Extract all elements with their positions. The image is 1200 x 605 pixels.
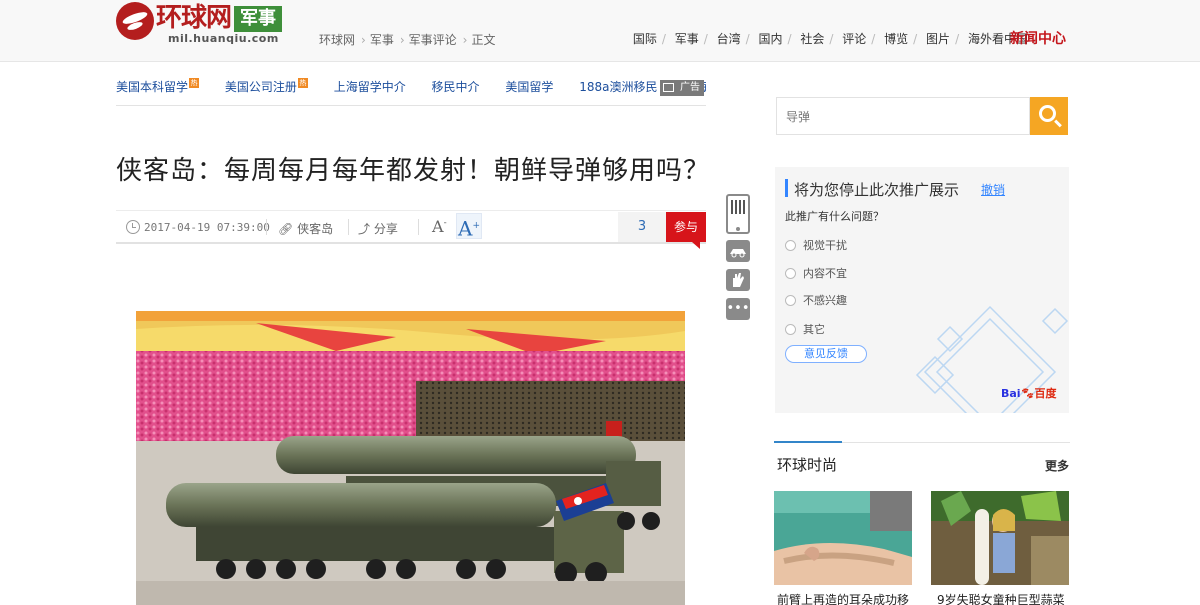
sponsored-link[interactable]: 移民中介 [432, 74, 480, 100]
trending-thumbnail[interactable] [931, 491, 1069, 585]
sponsored-links-row: 美国本科留学热 美国公司注册热 上海留学中介 移民中介 美国留学 188a澳洲移… [116, 74, 706, 106]
nav-item[interactable]: 国内 [758, 32, 782, 46]
breadcrumb-separator: › [462, 33, 468, 47]
breadcrumb-current: 正文 [471, 33, 496, 47]
radio-button[interactable] [785, 295, 796, 306]
trending-thumbnail[interactable] [774, 491, 912, 585]
news-center-link[interactable]: 新闻中心 [1010, 28, 1066, 48]
sponsored-link[interactable]: 188a澳洲移民 [579, 74, 657, 100]
sponsored-link[interactable]: 上海留学中介 [334, 74, 406, 100]
breadcrumb-item[interactable]: 军事评论 [409, 33, 457, 47]
ad-panel-question: 此推广有什么问题？ [785, 210, 884, 223]
link-icon: 🔗︎ [278, 222, 294, 236]
ad-feedback-option[interactable]: 其它 [785, 321, 825, 337]
radio-button[interactable] [785, 324, 796, 335]
more-icon[interactable]: ••• [726, 298, 750, 320]
breadcrumb: 环球网 › 军事 › 军事评论 › 正文 [319, 31, 498, 48]
hot-badge: 热 [189, 78, 200, 88]
font-decrease-button[interactable]: A- [432, 217, 447, 236]
revoke-link[interactable]: 撤销 [981, 181, 1005, 198]
ad-feedback-option[interactable]: 不感兴趣 [785, 292, 847, 308]
article-meta-bar: 2017-04-19 07:39:00 🔗︎ 侠客岛 ⤴ 分享 A- A+ 3 … [116, 210, 706, 249]
search-input[interactable] [776, 97, 1030, 135]
hot-badge: 热 [297, 78, 308, 88]
share-icon: ⤴ [358, 222, 371, 236]
font-increase-button[interactable]: A+ [456, 213, 482, 241]
ear-on-arm-photo [774, 491, 912, 585]
comment-count[interactable]: 3 [618, 212, 666, 242]
baidu-logo: Bai🐾︎百度 [1001, 387, 1057, 400]
paw-icon: 🐾︎ [1020, 387, 1035, 400]
top-nav: 国际 / 军事 / 台湾 / 国内 / 社会 / 评论 / 博览 / 图片 / 海外看中国 / [632, 32, 1037, 46]
article-source[interactable]: 🔗︎ 侠客岛 [278, 220, 333, 237]
ad-feedback-option[interactable]: 内容不宜 [785, 265, 847, 281]
section-divider [774, 441, 1070, 443]
radio-button[interactable] [785, 240, 796, 251]
article-title: 侠客岛：每周每月每年都发射！朝鲜导弹够用吗？ [116, 156, 711, 186]
ad-feedback-panel: 将为您停止此次推广展示 撤销 此推广有什么问题？ 视觉干扰 内容不宜 不感兴趣 … [775, 167, 1069, 413]
search-box [776, 97, 1068, 135]
article-main-image [136, 311, 685, 605]
clock-icon [126, 220, 140, 234]
sponsored-link[interactable]: 美国留学 [505, 74, 553, 100]
globe-logo-icon [116, 2, 154, 40]
share-sidebar: ••• [726, 194, 750, 327]
search-button[interactable] [1030, 97, 1068, 135]
nav-item[interactable]: 台湾 [717, 32, 741, 46]
giant-vegetable-photo [931, 491, 1069, 585]
nav-item[interactable]: 评论 [842, 32, 866, 46]
nav-item[interactable]: 军事 [675, 32, 699, 46]
section-title: 环球时尚 [777, 456, 838, 474]
ad-feedback-option[interactable]: 视觉干扰 [785, 237, 847, 253]
nav-item[interactable]: 博览 [884, 32, 908, 46]
breadcrumb-item[interactable]: 军事 [370, 33, 394, 47]
car-icon[interactable] [726, 240, 750, 262]
breadcrumb-separator: › [399, 33, 405, 47]
breadcrumb-item[interactable]: 环球网 [319, 33, 355, 47]
publish-time: 2017-04-19 07:39:00 [126, 220, 270, 234]
hand-icon[interactable] [726, 269, 750, 291]
site-header: 环球网 军事 mil.huanqiu.com 环球网 › 军事 › 军事评论 › 正文 国际… [0, 0, 1200, 62]
ad-badge[interactable]: 广告 [660, 80, 704, 96]
radio-button[interactable] [785, 268, 796, 279]
logo-text: 环球网 [156, 3, 232, 33]
nav-item[interactable]: 社会 [800, 32, 824, 46]
site-logo[interactable]: 环球网 军事 mil.huanqiu.com [116, 2, 296, 46]
trending-caption[interactable]: 前臂上再造的耳朵成功移 [777, 591, 915, 605]
search-icon [1039, 105, 1056, 122]
logo-section-badge: 军事 [234, 6, 282, 32]
nav-item[interactable]: 国际 [633, 32, 657, 46]
image-icon [663, 83, 674, 92]
sponsored-link[interactable]: 美国本科留学热 [116, 74, 200, 100]
logo-url: mil.huanqiu.com [168, 32, 279, 45]
share-button[interactable]: ⤴ 分享 [358, 220, 398, 237]
more-link[interactable]: 更多 [1045, 457, 1069, 474]
feedback-button[interactable]: 意见反馈 [785, 345, 867, 363]
ad-panel-heading: 将为您停止此次推广展示 [794, 181, 960, 199]
parade-photo [136, 311, 685, 605]
qr-code-icon[interactable] [726, 194, 750, 234]
sponsored-link[interactable]: 美国公司注册热 [225, 74, 308, 100]
trending-caption[interactable]: 9岁失聪女童种巨型蒜菜 [937, 591, 1075, 605]
nav-item[interactable]: 图片 [926, 32, 950, 46]
breadcrumb-separator: › [361, 33, 366, 47]
join-discussion-button[interactable]: 参与 [666, 212, 706, 249]
